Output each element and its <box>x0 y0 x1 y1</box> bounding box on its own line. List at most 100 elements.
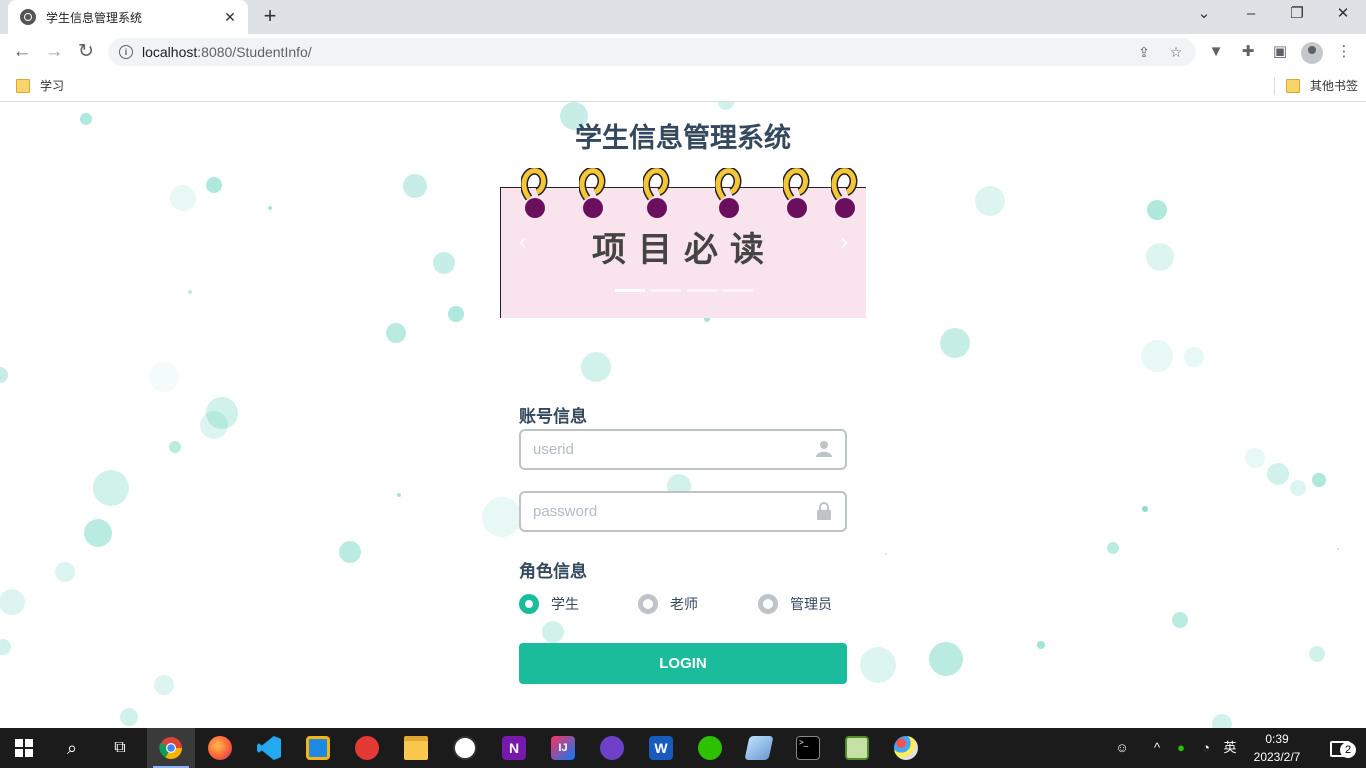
menu-kebab-icon[interactable]: ⋮ <box>1332 38 1356 66</box>
carousel-indicator[interactable] <box>651 289 681 292</box>
background-bubble <box>975 186 1005 216</box>
browser-tab[interactable]: 学生信息管理系统 ✕ <box>8 0 248 34</box>
back-button[interactable]: ← <box>8 38 36 66</box>
ime-indicator[interactable]: 英 <box>1218 728 1242 768</box>
taskbar-firefox[interactable] <box>196 728 244 768</box>
role-radio-admin[interactable]: 管理员 <box>758 594 832 614</box>
taskbar-onenote[interactable]: N <box>490 728 538 768</box>
show-hidden-icons-icon[interactable]: ^ <box>1146 728 1168 768</box>
reload-button[interactable]: ↻ <box>72 38 100 66</box>
taskbar-app-dog[interactable] <box>441 728 489 768</box>
background-bubble <box>885 553 887 555</box>
taskbar-chrome[interactable] <box>147 728 195 768</box>
tab-title: 学生信息管理系统 <box>46 10 143 25</box>
background-bubble <box>206 177 222 193</box>
background-bubble <box>149 362 179 392</box>
background-bubble <box>1141 340 1173 372</box>
role-radio-student[interactable]: 学生 <box>519 594 579 614</box>
taskbar-terminal[interactable]: >_ <box>784 728 832 768</box>
taskbar-notepad[interactable] <box>833 728 881 768</box>
task-view-icon[interactable]: ⧉ <box>96 728 144 768</box>
taskbar-intellij[interactable]: IJ <box>539 728 587 768</box>
background-bubble <box>860 647 896 683</box>
role-radio-teacher[interactable]: 老师 <box>638 594 698 614</box>
taskbar-app-red[interactable] <box>343 728 391 768</box>
extensions-puzzle-icon[interactable]: ✚ <box>1236 38 1260 66</box>
forward-button[interactable]: → <box>40 38 68 66</box>
search-icon[interactable]: ⌕ <box>48 728 96 768</box>
clock-time: 0:39 <box>1265 732 1289 746</box>
share-icon[interactable]: ⇪ <box>1134 42 1154 62</box>
start-button[interactable] <box>0 728 48 768</box>
carousel-indicator[interactable] <box>723 289 753 292</box>
windows-taskbar: ⌕ ⧉ N IJ W >_ ☺ ^ ● ◔ 英 0:39 2023/2/7 2 <box>0 728 1366 768</box>
bookmark-folder-study[interactable]: 学习 <box>16 77 64 94</box>
minimize-button[interactable]: – <box>1228 0 1274 30</box>
notification-center-icon[interactable]: 2 <box>1320 728 1360 768</box>
app-pen-icon <box>744 736 774 760</box>
background-bubble <box>0 589 25 615</box>
tab-search-icon[interactable]: ⌄ <box>1181 0 1227 30</box>
close-window-button[interactable]: ✕ <box>1320 0 1366 30</box>
new-tab-button[interactable]: + <box>258 5 282 29</box>
taskbar-app-blue[interactable] <box>294 728 342 768</box>
background-bubble <box>581 352 611 382</box>
binder-ring-icon <box>579 168 606 218</box>
info-icon[interactable]: i <box>119 45 133 59</box>
carousel-next-icon[interactable]: › <box>840 228 848 256</box>
address-bar[interactable]: i localhost:8080/StudentInfo/ ⇪ ☆ <box>108 38 1196 66</box>
notice-carousel[interactable]: ‹ 项目必读 › <box>500 168 866 318</box>
login-button[interactable]: LOGIN <box>519 643 847 684</box>
url-host: localhost <box>142 44 198 60</box>
taskbar-paint[interactable] <box>882 728 930 768</box>
background-bubble <box>403 174 427 198</box>
lock-icon <box>817 502 831 520</box>
background-bubble <box>397 493 401 497</box>
taskbar-github[interactable] <box>588 728 636 768</box>
radio-label: 老师 <box>670 596 698 612</box>
radio-checked-icon[interactable] <box>519 594 539 614</box>
app-swirl-icon <box>355 736 379 760</box>
bookmark-star-icon[interactable]: ☆ <box>1166 42 1186 62</box>
firefox-icon <box>208 736 232 760</box>
taskbar-file-explorer[interactable] <box>392 728 440 768</box>
notification-badge: 2 <box>1340 742 1356 758</box>
background-bubble <box>542 621 564 643</box>
binder-ring-icon <box>783 168 810 218</box>
url-text[interactable]: localhost:8080/StudentInfo/ <box>142 38 312 66</box>
carousel-indicator[interactable] <box>615 289 645 292</box>
background-bubble <box>1172 612 1188 628</box>
binder-ring-icon <box>643 168 670 218</box>
binder-ring-icon <box>521 168 548 218</box>
profile-avatar-icon[interactable] <box>1301 42 1323 64</box>
taskbar-vscode[interactable] <box>245 728 293 768</box>
close-tab-icon[interactable]: ✕ <box>222 9 238 26</box>
carousel-indicators <box>615 289 753 292</box>
radio-unchecked-icon[interactable] <box>638 594 658 614</box>
radio-unchecked-icon[interactable] <box>758 594 778 614</box>
background-bubble <box>200 411 228 439</box>
vue-devtools-icon[interactable]: ▼ <box>1204 38 1228 66</box>
restore-button[interactable]: ❐ <box>1274 0 1320 30</box>
word-icon: W <box>649 736 673 760</box>
password-input[interactable] <box>521 493 803 530</box>
banner-text: 项目必读 <box>592 230 776 270</box>
background-bubble <box>940 328 970 358</box>
onenote-icon: N <box>502 736 526 760</box>
background-bubble <box>1267 463 1289 485</box>
radio-label: 学生 <box>551 596 579 612</box>
network-icon[interactable]: ◔ <box>1194 728 1218 768</box>
people-icon[interactable]: ☺ <box>1108 728 1136 768</box>
userid-input[interactable] <box>521 431 803 468</box>
clock[interactable]: 0:39 2023/2/7 <box>1244 730 1310 766</box>
bookmark-folder-other[interactable]: 其他书签 <box>1286 77 1358 94</box>
background-bubble <box>448 306 464 322</box>
taskbar-wechat[interactable] <box>686 728 734 768</box>
taskbar-word[interactable]: W <box>637 728 685 768</box>
wechat-tray-icon[interactable]: ● <box>1170 728 1192 768</box>
account-section-label: 账号信息 <box>519 407 587 426</box>
taskbar-app-pen[interactable] <box>735 728 783 768</box>
carousel-indicator[interactable] <box>687 289 717 292</box>
side-panel-icon[interactable]: ▣ <box>1268 38 1292 66</box>
background-bubble <box>188 290 192 294</box>
